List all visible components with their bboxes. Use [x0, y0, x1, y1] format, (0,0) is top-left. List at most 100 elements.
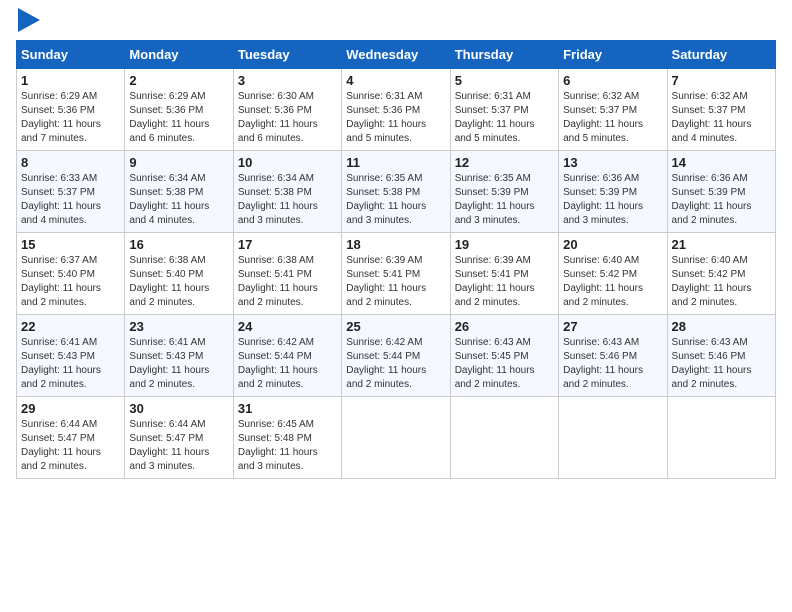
cell-info: Sunrise: 6:32 AM Sunset: 5:37 PM Dayligh…	[672, 90, 771, 146]
cell-info: Sunrise: 6:40 AM Sunset: 5:42 PM Dayligh…	[563, 254, 662, 310]
calendar-cell: 22Sunrise: 6:41 AM Sunset: 5:43 PM Dayli…	[17, 315, 125, 397]
calendar-cell	[342, 397, 450, 479]
cell-info: Sunrise: 6:43 AM Sunset: 5:46 PM Dayligh…	[672, 336, 771, 392]
calendar-week-row: 8 Sunrise: 6:33 AM Sunset: 5:37 PM Daylig…	[17, 151, 776, 233]
cell-info: Sunrise: 6:42 AM Sunset: 5:44 PM Dayligh…	[346, 336, 445, 392]
cell-info: Sunrise: 6:42 AM Sunset: 5:44 PM Dayligh…	[238, 336, 337, 392]
day-number: 26	[455, 319, 554, 334]
calendar-cell: 21 Sunrise: 6:40 AM Sunset: 5:42 PM Dayli…	[667, 233, 775, 315]
calendar-cell: 12 Sunrise: 6:35 AM Sunset: 5:39 PM Dayli…	[450, 151, 558, 233]
calendar-week-row: 22 Sunrise: 6:41 AM Sunset: 5:43 PM Dayli…	[17, 315, 776, 397]
calendar-cell	[667, 397, 775, 479]
calendar-cell	[559, 397, 667, 479]
calendar-cell: 3 Sunrise: 6:30 AM Sunset: 5:36 PM Daylig…	[233, 69, 341, 151]
cell-info: Sunrise: 6:36 AM Sunset: 5:39 PM Dayligh…	[672, 172, 771, 228]
cell-info: Sunrise: 6:36 AM Sunset: 5:39 PM Dayligh…	[563, 172, 662, 228]
cell-info: Sunrise: 6:40 AM Sunset: 5:42 PM Dayligh…	[672, 254, 771, 310]
cell-info: Sunrise: 6:33 AM Sunset: 5:37 PM Dayligh…	[21, 172, 120, 228]
calendar-cell: 8 Sunrise: 6:33 AM Sunset: 5:37 PM Daylig…	[17, 151, 125, 233]
day-number: 3	[238, 73, 337, 88]
cell-info: Sunrise: 6:43 AM Sunset: 5:46 PM Dayligh…	[563, 336, 662, 392]
day-number: 20	[563, 237, 662, 252]
day-number: 13	[563, 155, 662, 170]
calendar-cell: 6Sunrise: 6:32 AM Sunset: 5:37 PM Daylig…	[559, 69, 667, 151]
calendar-cell: 27 Sunrise: 6:43 AM Sunset: 5:46 PM Dayli…	[559, 315, 667, 397]
calendar-cell: 5 Sunrise: 6:31 AM Sunset: 5:37 PM Daylig…	[450, 69, 558, 151]
cell-info: Sunrise: 6:31 AM Sunset: 5:36 PM Dayligh…	[346, 90, 445, 146]
cell-info: Sunrise: 6:41 AM Sunset: 5:43 PM Dayligh…	[129, 336, 228, 392]
cell-info: Sunrise: 6:29 AM Sunset: 5:36 PM Dayligh…	[21, 90, 120, 146]
day-number: 24	[238, 319, 337, 334]
day-number: 4	[346, 73, 445, 88]
calendar-cell: 17 Sunrise: 6:38 AM Sunset: 5:41 PM Dayli…	[233, 233, 341, 315]
day-number: 22	[21, 319, 120, 334]
cell-info: Sunrise: 6:34 AM Sunset: 5:38 PM Dayligh…	[238, 172, 337, 228]
cell-info: Sunrise: 6:39 AM Sunset: 5:41 PM Dayligh…	[346, 254, 445, 310]
calendar-cell	[450, 397, 558, 479]
calendar-cell: 23 Sunrise: 6:41 AM Sunset: 5:43 PM Dayli…	[125, 315, 233, 397]
cell-info: Sunrise: 6:43 AM Sunset: 5:45 PM Dayligh…	[455, 336, 554, 392]
day-number: 8	[21, 155, 120, 170]
day-number: 7	[672, 73, 771, 88]
calendar-cell: 9 Sunrise: 6:34 AM Sunset: 5:38 PM Daylig…	[125, 151, 233, 233]
calendar-table: SundayMondayTuesdayWednesdayThursdayFrid…	[16, 40, 776, 479]
calendar-cell: 24 Sunrise: 6:42 AM Sunset: 5:44 PM Dayli…	[233, 315, 341, 397]
calendar-cell: 4 Sunrise: 6:31 AM Sunset: 5:36 PM Daylig…	[342, 69, 450, 151]
day-header-tuesday: Tuesday	[233, 41, 341, 69]
day-header-sunday: Sunday	[17, 41, 125, 69]
cell-info: Sunrise: 6:39 AM Sunset: 5:41 PM Dayligh…	[455, 254, 554, 310]
calendar-week-row: 15 Sunrise: 6:37 AM Sunset: 5:40 PM Dayli…	[17, 233, 776, 315]
cell-info: Sunrise: 6:44 AM Sunset: 5:47 PM Dayligh…	[129, 418, 228, 474]
calendar-cell: 29 Sunrise: 6:44 AM Sunset: 5:47 PM Dayli…	[17, 397, 125, 479]
calendar-cell: 19 Sunrise: 6:39 AM Sunset: 5:41 PM Dayli…	[450, 233, 558, 315]
day-number: 25	[346, 319, 445, 334]
cell-info: Sunrise: 6:34 AM Sunset: 5:38 PM Dayligh…	[129, 172, 228, 228]
calendar-cell: 25 Sunrise: 6:42 AM Sunset: 5:44 PM Dayli…	[342, 315, 450, 397]
calendar-cell: 26 Sunrise: 6:43 AM Sunset: 5:45 PM Dayli…	[450, 315, 558, 397]
day-number: 5	[455, 73, 554, 88]
day-number: 23	[129, 319, 228, 334]
calendar-cell: 30Sunrise: 6:44 AM Sunset: 5:47 PM Dayli…	[125, 397, 233, 479]
calendar-cell: 18 Sunrise: 6:39 AM Sunset: 5:41 PM Dayli…	[342, 233, 450, 315]
cell-info: Sunrise: 6:35 AM Sunset: 5:39 PM Dayligh…	[455, 172, 554, 228]
cell-info: Sunrise: 6:37 AM Sunset: 5:40 PM Dayligh…	[21, 254, 120, 310]
day-number: 16	[129, 237, 228, 252]
calendar-cell: 7 Sunrise: 6:32 AM Sunset: 5:37 PM Daylig…	[667, 69, 775, 151]
day-number: 28	[672, 319, 771, 334]
day-number: 14	[672, 155, 771, 170]
calendar-week-row: 1 Sunrise: 6:29 AM Sunset: 5:36 PM Daylig…	[17, 69, 776, 151]
cell-info: Sunrise: 6:29 AM Sunset: 5:36 PM Dayligh…	[129, 90, 228, 146]
calendar-cell: 28 Sunrise: 6:43 AM Sunset: 5:46 PM Dayli…	[667, 315, 775, 397]
calendar-cell: 1 Sunrise: 6:29 AM Sunset: 5:36 PM Daylig…	[17, 69, 125, 151]
cell-info: Sunrise: 6:45 AM Sunset: 5:48 PM Dayligh…	[238, 418, 337, 474]
cell-info: Sunrise: 6:38 AM Sunset: 5:40 PM Dayligh…	[129, 254, 228, 310]
day-number: 1	[21, 73, 120, 88]
calendar-cell: 20 Sunrise: 6:40 AM Sunset: 5:42 PM Dayli…	[559, 233, 667, 315]
cell-info: Sunrise: 6:31 AM Sunset: 5:37 PM Dayligh…	[455, 90, 554, 146]
header-area	[16, 16, 776, 32]
calendar-cell: 15 Sunrise: 6:37 AM Sunset: 5:40 PM Dayli…	[17, 233, 125, 315]
day-number: 27	[563, 319, 662, 334]
day-number: 2	[129, 73, 228, 88]
day-header-monday: Monday	[125, 41, 233, 69]
calendar-header-row: SundayMondayTuesdayWednesdayThursdayFrid…	[17, 41, 776, 69]
day-number: 21	[672, 237, 771, 252]
cell-info: Sunrise: 6:44 AM Sunset: 5:47 PM Dayligh…	[21, 418, 120, 474]
cell-info: Sunrise: 6:30 AM Sunset: 5:36 PM Dayligh…	[238, 90, 337, 146]
day-number: 18	[346, 237, 445, 252]
day-number: 17	[238, 237, 337, 252]
calendar-cell: 14 Sunrise: 6:36 AM Sunset: 5:39 PM Dayli…	[667, 151, 775, 233]
day-header-saturday: Saturday	[667, 41, 775, 69]
cell-info: Sunrise: 6:38 AM Sunset: 5:41 PM Dayligh…	[238, 254, 337, 310]
day-number: 10	[238, 155, 337, 170]
day-number: 9	[129, 155, 228, 170]
day-header-wednesday: Wednesday	[342, 41, 450, 69]
day-number: 29	[21, 401, 120, 416]
day-number: 19	[455, 237, 554, 252]
day-number: 11	[346, 155, 445, 170]
calendar-cell: 10 Sunrise: 6:34 AM Sunset: 5:38 PM Dayli…	[233, 151, 341, 233]
day-header-friday: Friday	[559, 41, 667, 69]
day-number: 15	[21, 237, 120, 252]
calendar-cell: 11Sunrise: 6:35 AM Sunset: 5:38 PM Dayli…	[342, 151, 450, 233]
day-number: 12	[455, 155, 554, 170]
